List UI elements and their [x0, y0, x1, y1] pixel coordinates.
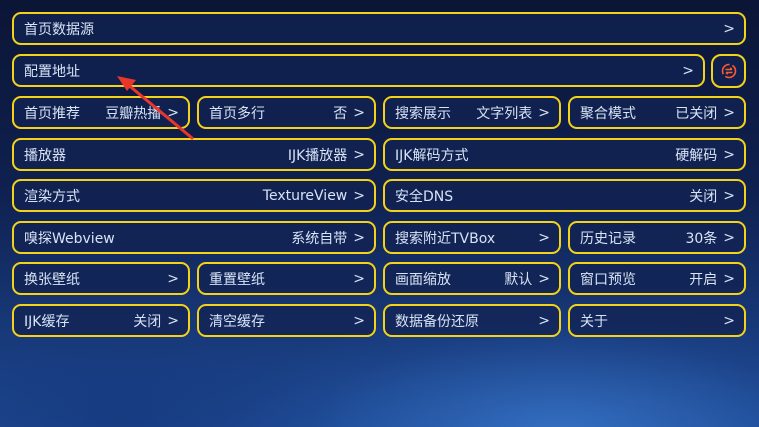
aggregate-mode-button[interactable]: 聚合模式 已关闭 >	[568, 96, 746, 129]
home-recommend-value: 豆瓣热播	[105, 105, 162, 122]
history-button[interactable]: 历史记录 30条 >	[568, 221, 746, 254]
ijk-cache-label: IJK缓存	[24, 313, 70, 330]
chevron-right-icon: >	[538, 229, 550, 246]
search-nearby-tvbox-button[interactable]: 搜索附近TVBox >	[383, 221, 561, 254]
picture-scale-button[interactable]: 画面缩放 默认 >	[383, 262, 561, 295]
chevron-right-icon: >	[353, 104, 365, 121]
clear-cache-button[interactable]: 清空缓存 >	[197, 304, 376, 337]
player-label: 播放器	[24, 147, 66, 164]
chevron-right-icon: >	[723, 20, 735, 37]
ijk-decode-value: 硬解码	[675, 147, 718, 164]
home-recommend-label: 首页推荐	[24, 105, 80, 122]
clear-cache-label: 清空缓存	[209, 313, 265, 330]
reset-wallpaper-label: 重置壁纸	[209, 271, 265, 288]
player-value: IJK播放器	[287, 147, 348, 164]
data-backup-restore-button[interactable]: 数据备份还原 >	[383, 304, 561, 337]
search-display-button[interactable]: 搜索展示 文字列表 >	[383, 96, 561, 129]
chevron-right-icon: >	[167, 104, 179, 121]
home-recommend-button[interactable]: 首页推荐 豆瓣热播 >	[12, 96, 190, 129]
aggregate-mode-label: 聚合模式	[580, 105, 636, 122]
chevron-right-icon: >	[167, 312, 179, 329]
history-label: 历史记录	[580, 230, 636, 247]
chevron-right-icon: >	[167, 270, 179, 287]
chevron-right-icon: >	[723, 104, 735, 121]
chevron-right-icon: >	[353, 229, 365, 246]
aggregate-mode-value: 已关闭	[675, 105, 718, 122]
chevron-right-icon: >	[538, 104, 550, 121]
sync-config-button[interactable]	[711, 54, 746, 88]
search-nearby-tvbox-label: 搜索附近TVBox	[395, 230, 496, 247]
picture-scale-value: 默认	[504, 271, 533, 288]
home-multirow-label: 首页多行	[209, 105, 265, 122]
reset-wallpaper-button[interactable]: 重置壁纸 >	[197, 262, 376, 295]
about-button[interactable]: 关于 >	[568, 304, 746, 337]
render-mode-label: 渲染方式	[24, 188, 80, 205]
chevron-right-icon: >	[723, 187, 735, 204]
secure-dns-value: 关闭	[689, 188, 718, 205]
chevron-right-icon: >	[353, 270, 365, 287]
chevron-right-icon: >	[538, 312, 550, 329]
chevron-right-icon: >	[723, 146, 735, 163]
ijk-cache-value: 关闭	[133, 313, 162, 330]
render-mode-button[interactable]: 渲染方式 TextureView >	[12, 179, 376, 212]
window-preview-value: 开启	[689, 271, 718, 288]
chevron-right-icon: >	[353, 146, 365, 163]
ijk-decode-button[interactable]: IJK解码方式 硬解码 >	[383, 138, 746, 171]
sniff-webview-label: 嗅探Webview	[24, 230, 115, 247]
home-multirow-button[interactable]: 首页多行 否 >	[197, 96, 376, 129]
ijk-cache-button[interactable]: IJK缓存 关闭 >	[12, 304, 190, 337]
home-data-source-button[interactable]: 首页数据源 >	[12, 12, 746, 45]
render-mode-value: TextureView	[262, 187, 348, 204]
chevron-right-icon: >	[353, 312, 365, 329]
history-value: 30条	[685, 230, 718, 247]
window-preview-label: 窗口预览	[580, 271, 636, 288]
chevron-right-icon: >	[538, 270, 550, 287]
chevron-right-icon: >	[353, 187, 365, 204]
home-multirow-value: 否	[333, 105, 348, 122]
config-address-label: 配置地址	[24, 63, 80, 80]
search-display-label: 搜索展示	[395, 105, 451, 122]
chevron-right-icon: >	[723, 312, 735, 329]
search-display-value: 文字列表	[476, 105, 533, 122]
window-preview-button[interactable]: 窗口预览 开启 >	[568, 262, 746, 295]
sniff-webview-value: 系统自带	[291, 230, 348, 247]
change-wallpaper-label: 换张壁纸	[24, 271, 80, 288]
chevron-right-icon: >	[723, 229, 735, 246]
change-wallpaper-button[interactable]: 换张壁纸 >	[12, 262, 190, 295]
chevron-right-icon: >	[682, 62, 694, 79]
about-label: 关于	[580, 313, 608, 330]
home-data-source-label: 首页数据源	[24, 21, 94, 38]
config-address-button[interactable]: 配置地址 >	[12, 54, 705, 87]
player-button[interactable]: 播放器 IJK播放器 >	[12, 138, 376, 171]
ijk-decode-label: IJK解码方式	[395, 147, 469, 164]
sync-icon	[721, 63, 736, 79]
sniff-webview-button[interactable]: 嗅探Webview 系统自带 >	[12, 221, 376, 254]
secure-dns-button[interactable]: 安全DNS 关闭 >	[383, 179, 746, 212]
chevron-right-icon: >	[723, 270, 735, 287]
picture-scale-label: 画面缩放	[395, 271, 451, 288]
secure-dns-label: 安全DNS	[395, 188, 454, 205]
data-backup-restore-label: 数据备份还原	[395, 313, 479, 330]
